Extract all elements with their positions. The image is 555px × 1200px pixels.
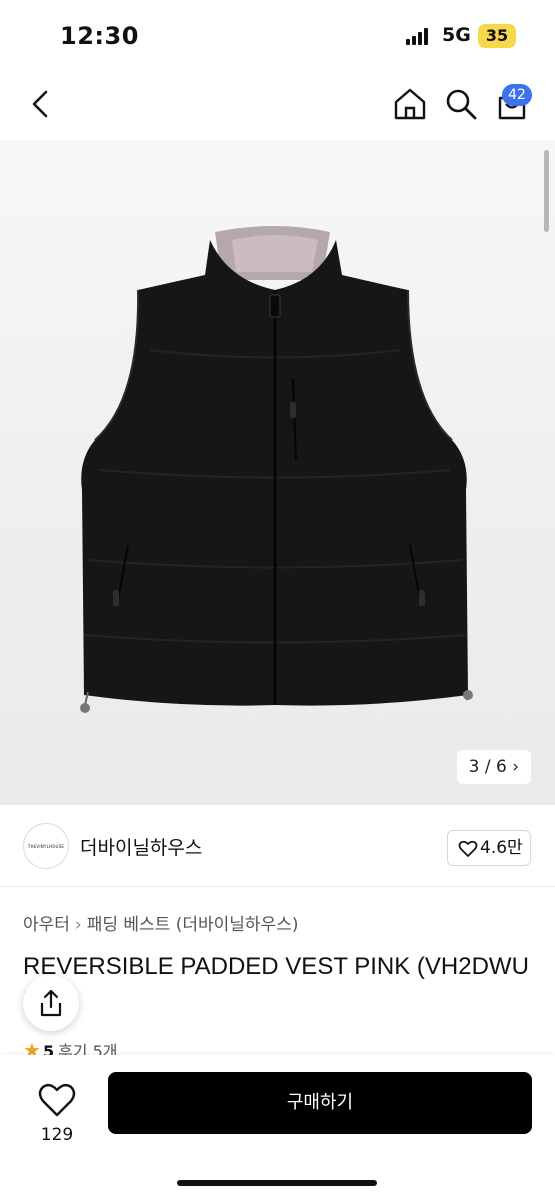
network-label: 5G — [442, 24, 471, 46]
home-indicator — [177, 1180, 377, 1186]
seller-like-count: 4.6만 — [480, 838, 523, 858]
heart-icon — [38, 1083, 76, 1117]
chevron-left-icon — [32, 90, 48, 118]
wishlist-count: 129 — [40, 1125, 74, 1145]
heart-icon — [458, 840, 478, 857]
top-nav: 42 — [0, 70, 555, 140]
seller-logo[interactable]: THEVINYLHOUSE — [23, 823, 69, 869]
scrollbar[interactable] — [544, 150, 549, 232]
seller-row: THEVINYLHOUSE 더바이닐하우스 4.6만 — [0, 805, 555, 887]
breadcrumb-category[interactable]: 아우터 — [23, 915, 70, 935]
chevron-right-icon: › — [74, 915, 82, 935]
search-button[interactable] — [441, 84, 481, 124]
gallery-counter-text: 3 / 6 — [468, 757, 507, 777]
product-title: REVERSIBLE PADDED VEST PINK (VH2DWU D0A) — [23, 953, 529, 1014]
seller-name[interactable]: 더바이닐하우스 — [80, 833, 202, 860]
buy-button[interactable]: 구매하기 — [108, 1072, 532, 1134]
product-vest-image — [80, 226, 473, 713]
breadcrumb: 아우터 › 패딩 베스트 (더바이닐하우스) — [23, 910, 299, 935]
share-icon — [40, 989, 62, 1017]
search-icon — [446, 89, 477, 120]
back-button[interactable] — [22, 84, 62, 124]
home-icon — [394, 88, 426, 120]
seller-like-button[interactable]: 4.6만 — [447, 830, 531, 866]
share-button[interactable] — [23, 975, 79, 1031]
cart-count-badge: 42 — [502, 84, 532, 106]
bottom-action-bar: 129 구매하기 — [0, 1055, 555, 1200]
product-image-gallery[interactable]: 3 / 6 › — [0, 140, 555, 805]
chevron-right-icon: › — [512, 757, 519, 777]
signal-icon — [406, 28, 430, 45]
battery-icon: 35 — [478, 24, 516, 48]
status-time: 12:30 — [60, 22, 139, 50]
breadcrumb-subcategory[interactable]: 패딩 베스트 (더바이닐하우스) — [87, 915, 299, 935]
wishlist-button[interactable]: 129 — [22, 1073, 92, 1145]
status-bar: 12:30 5G 35 — [0, 0, 555, 70]
gallery-counter[interactable]: 3 / 6 › — [456, 750, 531, 784]
home-button[interactable] — [390, 84, 430, 124]
